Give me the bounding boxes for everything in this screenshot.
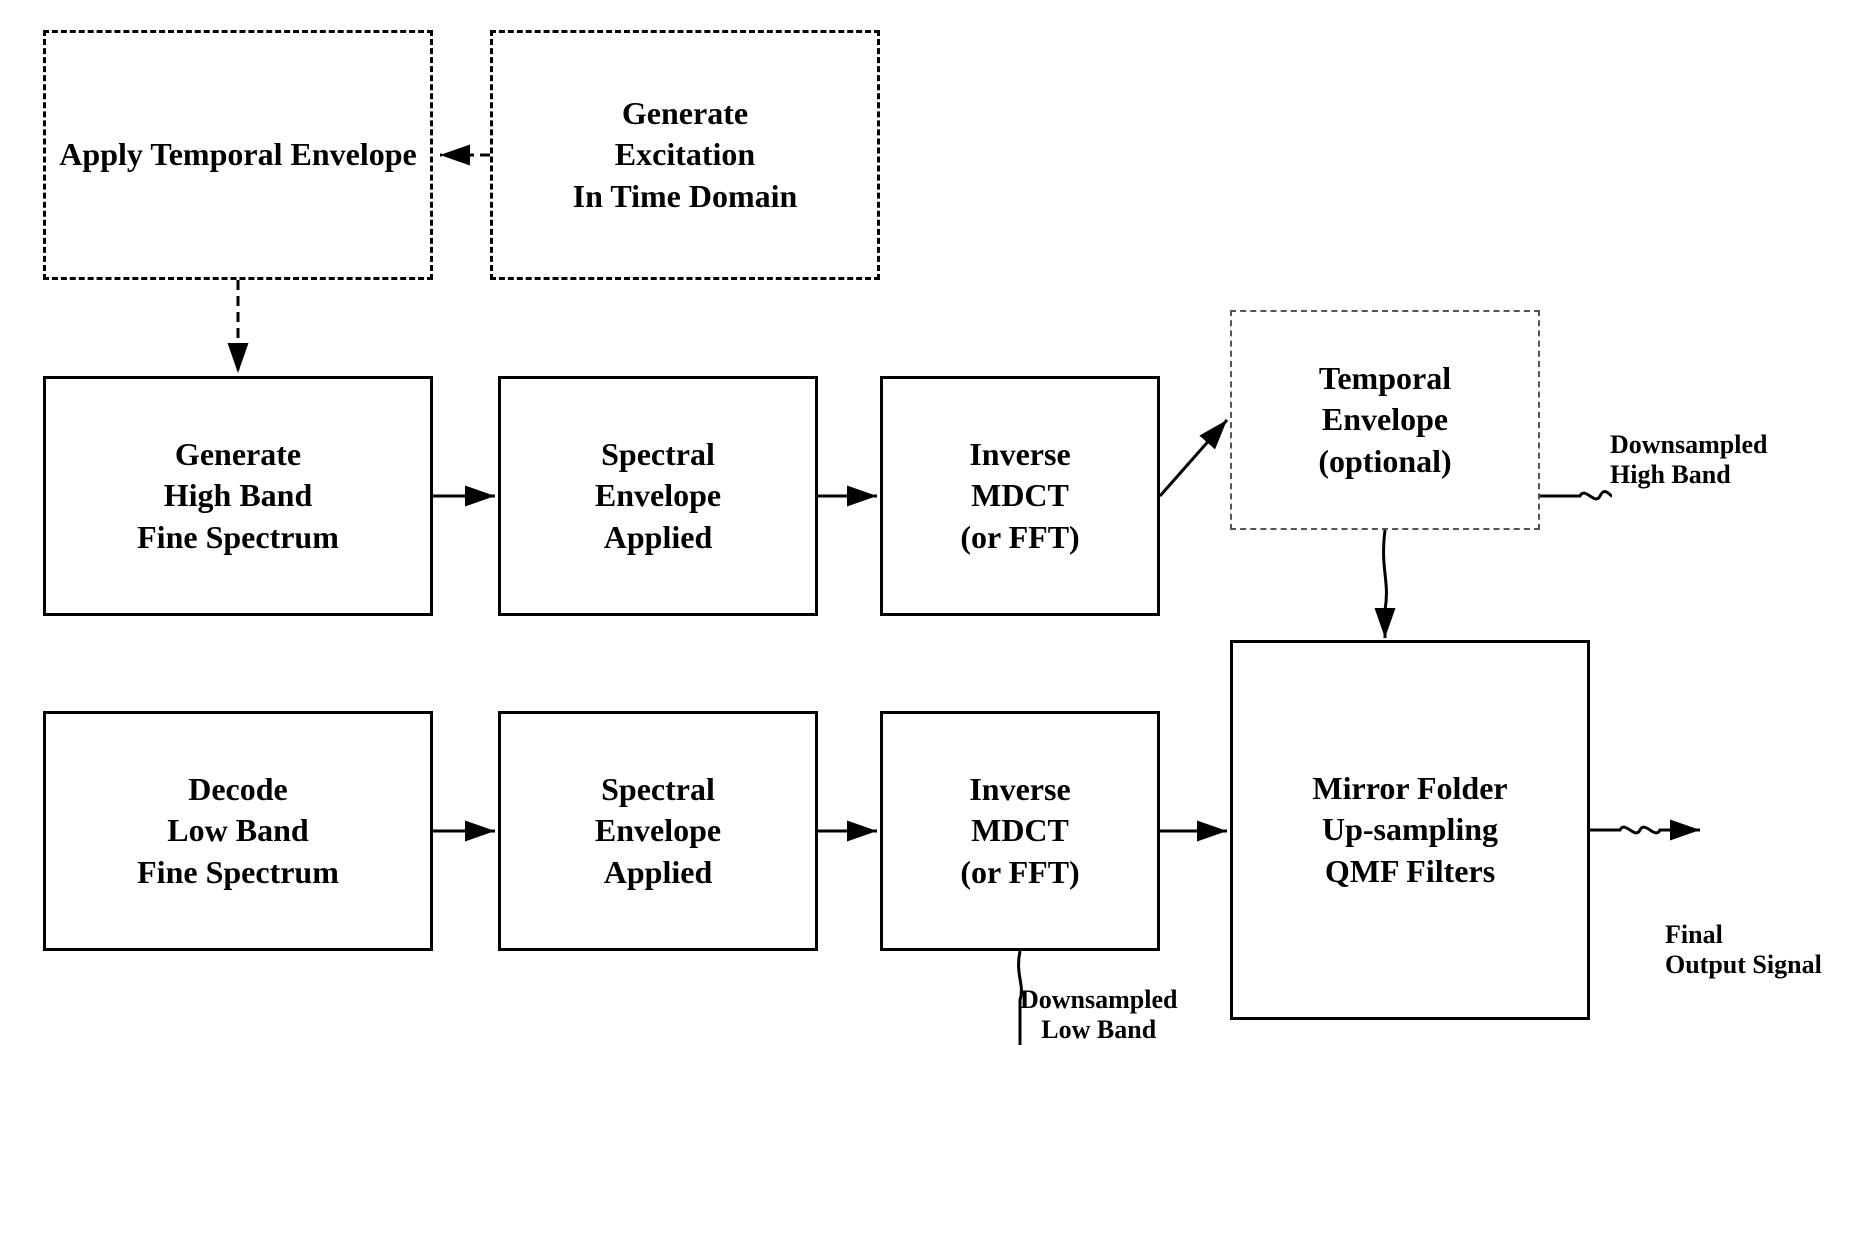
downsampled-low-band-label: DownsampledLow Band <box>1020 985 1177 1045</box>
mirror-to-output-arrow <box>1590 827 1700 833</box>
inverse-mdct-low-label: InverseMDCT(or FFT) <box>960 769 1079 894</box>
mdct-high-to-temporal-optional-arrow <box>1160 420 1227 496</box>
spectral-envelope-high-label: SpectralEnvelopeApplied <box>595 434 721 559</box>
inverse-mdct-high-box: InverseMDCT(or FFT) <box>880 376 1160 616</box>
diagram: Apply Temporal Envelope GenerateExcitati… <box>0 0 1852 1254</box>
downsampled-high-band-label: DownsampledHigh Band <box>1610 430 1767 490</box>
spectral-envelope-low-box: SpectralEnvelopeApplied <box>498 711 818 951</box>
inverse-mdct-low-box: InverseMDCT(or FFT) <box>880 711 1160 951</box>
inverse-mdct-high-label: InverseMDCT(or FFT) <box>960 434 1079 559</box>
generate-excitation-box: GenerateExcitationIn Time Domain <box>490 30 880 280</box>
decode-low-band-box: DecodeLow BandFine Spectrum <box>43 711 433 951</box>
decode-low-band-label: DecodeLow BandFine Spectrum <box>137 769 339 894</box>
spectral-envelope-low-label: SpectralEnvelopeApplied <box>595 769 721 894</box>
final-output-signal-label: FinalOutput Signal <box>1665 920 1822 980</box>
apply-temporal-label: Apply Temporal Envelope <box>59 134 416 176</box>
apply-temporal-envelope-box: Apply Temporal Envelope <box>43 30 433 280</box>
downsampled-high-connector <box>1540 492 1612 499</box>
spectral-envelope-high-box: SpectralEnvelopeApplied <box>498 376 818 616</box>
temporal-envelope-optional-label: TemporalEnvelope(optional) <box>1318 358 1451 483</box>
mirror-folder-box: Mirror FolderUp-samplingQMF Filters <box>1230 640 1590 1020</box>
generate-high-band-label: GenerateHigh BandFine Spectrum <box>137 434 339 559</box>
temporal-envelope-optional-box: TemporalEnvelope(optional) <box>1230 310 1540 530</box>
temporal-optional-to-mirror-arrow <box>1384 530 1387 638</box>
generate-high-band-box: GenerateHigh BandFine Spectrum <box>43 376 433 616</box>
mirror-folder-label: Mirror FolderUp-samplingQMF Filters <box>1312 768 1507 893</box>
generate-excitation-label: GenerateExcitationIn Time Domain <box>573 93 798 218</box>
